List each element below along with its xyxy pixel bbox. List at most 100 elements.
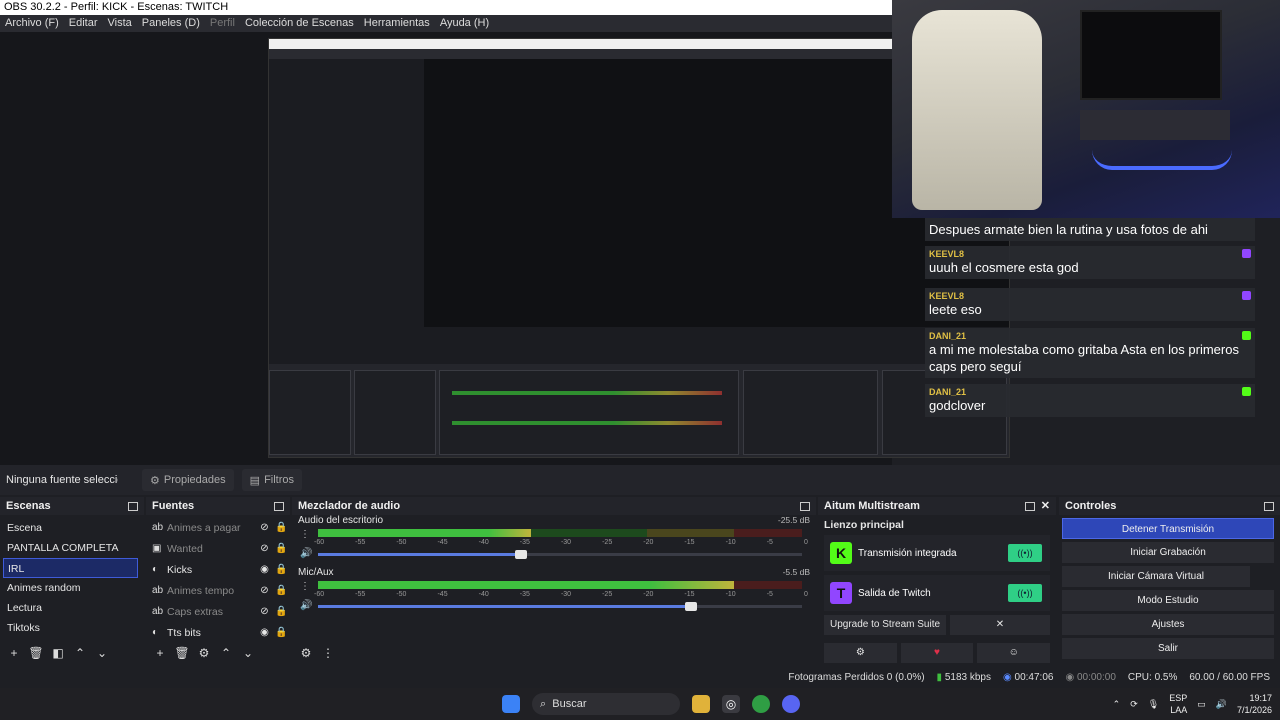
gear-icon[interactable]: ⚙ — [824, 643, 897, 663]
filters-button[interactable]: ▤ Filtros — [241, 469, 303, 491]
trash-icon[interactable]: 🗑 — [173, 646, 191, 660]
volume-meter — [318, 581, 802, 589]
sync-icon[interactable]: ⟳ — [1130, 699, 1138, 710]
source-item[interactable]: ab Animes tempo ⊘ 🔒 — [146, 580, 290, 601]
source-item[interactable]: ab Animes a pagar ⊘ 🔒 — [146, 517, 290, 538]
upgrade-button[interactable]: Upgrade to Stream Suite — [824, 615, 946, 635]
gear-icon[interactable]: ⚙ — [195, 646, 213, 660]
menu-dots-icon[interactable]: ⋮ — [300, 529, 310, 540]
mixer-scale-tick: -50 — [396, 591, 407, 598]
lock-icon[interactable]: 🔒 — [273, 627, 290, 638]
scene-item[interactable]: IRL — [3, 558, 138, 578]
eye-icon[interactable]: ◉ — [256, 627, 273, 638]
down-icon[interactable]: ⌄ — [93, 646, 111, 660]
output-toggle[interactable]: ((•)) — [1008, 584, 1042, 602]
control-button[interactable]: Modo Estudio — [1062, 590, 1274, 611]
sources-dock: Fuentes ab Animes a pagar ⊘ 🔒 ▣ Wanted ⊘ 🔒 ◐ Kick… — [146, 497, 290, 664]
mixer-scale-tick: -30 — [560, 539, 572, 546]
discord-icon[interactable]: ☺ — [977, 643, 1051, 663]
eye-off-icon[interactable]: ⊘ — [256, 606, 273, 617]
mic-icon[interactable]: 🎙 — [1148, 699, 1159, 710]
scene-item[interactable]: Animes random — [0, 578, 144, 598]
eye-icon[interactable]: ◉ — [256, 564, 273, 575]
lock-icon[interactable]: 🔒 — [273, 606, 290, 617]
source-item[interactable]: ▣ Wanted ⊘ 🔒 — [146, 538, 290, 559]
source-item[interactable]: ◐ Tts bits ◉ 🔒 — [146, 622, 290, 643]
menu-item[interactable]: Perfil — [205, 15, 240, 32]
menu-item[interactable]: Archivo (F) — [0, 15, 64, 32]
up-icon[interactable]: ⌃ — [217, 646, 235, 660]
menu-item[interactable]: Colección de Escenas — [240, 15, 359, 32]
eye-off-icon[interactable]: ⊘ — [256, 543, 273, 554]
source-item[interactable]: ◐ Kicks ◉ 🔒 — [146, 559, 290, 580]
filter-icon[interactable]: ◧ — [49, 646, 67, 660]
windows-start-icon[interactable] — [502, 695, 520, 713]
menu-item[interactable]: Paneles (D) — [137, 15, 205, 32]
sources-toolbar: + 🗑 ⚙ ⌃ ⌄ — [146, 642, 290, 664]
speaker-icon[interactable]: 🔊 — [300, 548, 312, 559]
undock-icon[interactable] — [1024, 501, 1035, 511]
down-icon[interactable]: ⌄ — [239, 646, 257, 660]
undock-icon[interactable] — [274, 501, 284, 511]
trash-icon[interactable]: 🗑 — [27, 646, 45, 660]
mixer-scale-tick: -20 — [643, 591, 654, 598]
close-icon[interactable]: ✕ — [1041, 497, 1050, 515]
source-name: Wanted — [167, 542, 203, 555]
folder-icon[interactable] — [692, 695, 710, 713]
up-icon[interactable]: ⌃ — [71, 646, 89, 660]
lock-icon[interactable]: 🔒 — [273, 585, 290, 596]
language-indicator[interactable]: ESP LAA — [1169, 692, 1187, 716]
control-button[interactable]: Iniciar Cámara Virtual — [1062, 566, 1250, 587]
control-button[interactable]: Detener Transmisión — [1062, 518, 1274, 539]
undock-icon[interactable] — [128, 501, 138, 511]
properties-button[interactable]: ⚙ Propiedades — [142, 469, 234, 491]
chrome-icon[interactable] — [752, 695, 770, 713]
output-toggle[interactable]: ((•)) — [1008, 544, 1042, 562]
channel-db: -5.5 dB — [782, 567, 810, 577]
menu-item[interactable]: Herramientas — [359, 15, 435, 32]
chevron-up-icon[interactable]: ⌃ — [1113, 699, 1121, 710]
menu-item[interactable]: Ayuda (H) — [435, 15, 494, 32]
mixer-scale-tick: -50 — [396, 539, 407, 546]
menu-bar: Archivo (F) Editar Vista Paneles (D) Perfil C… — [0, 15, 892, 32]
speaker-icon[interactable]: 🔊 — [300, 600, 312, 611]
eye-off-icon[interactable]: ⊘ — [256, 522, 273, 533]
lock-icon[interactable]: 🔒 — [273, 522, 290, 533]
control-button[interactable]: Salir — [1062, 638, 1274, 659]
scene-item[interactable]: PANTALLA COMPLETA — [0, 538, 144, 558]
scene-item[interactable]: Escena — [0, 518, 144, 538]
gear-icon[interactable]: ⚙ — [297, 646, 315, 660]
lock-icon[interactable]: 🔒 — [273, 564, 290, 575]
volume-icon[interactable]: 🔊 — [1216, 699, 1227, 710]
mixer-scale-tick: -15 — [684, 591, 695, 598]
menu-item[interactable]: Editar — [64, 15, 103, 32]
obs-icon[interactable]: ◎ — [722, 695, 740, 713]
close-icon[interactable]: ✕ — [950, 615, 1050, 635]
eye-off-icon[interactable]: ⊘ — [256, 585, 273, 596]
volume-slider[interactable] — [318, 550, 802, 559]
discord-icon[interactable] — [782, 695, 800, 713]
lock-icon[interactable]: 🔒 — [273, 543, 290, 554]
volume-slider[interactable] — [318, 602, 802, 611]
taskbar-search[interactable]: ⌕ Buscar — [532, 693, 680, 715]
multistream-dock: Aitum Multistream ✕ Lienzo principal K Tra… — [818, 497, 1056, 664]
scene-item[interactable]: Tiktoks — [0, 618, 144, 638]
monitor-icon[interactable]: ▭ — [1197, 699, 1206, 710]
mixer-scale-tick: -55 — [355, 591, 366, 598]
heart-icon[interactable]: ♥ — [900, 643, 974, 663]
multistream-title: Aitum Multistream — [824, 500, 920, 512]
undock-icon[interactable] — [800, 501, 810, 511]
add-icon[interactable]: + — [5, 646, 23, 660]
control-button[interactable]: Iniciar Grabación — [1062, 542, 1274, 563]
clock[interactable]: 19:17 7/1/2026 — [1237, 692, 1272, 716]
scene-item[interactable]: Lectura — [0, 598, 144, 618]
control-button[interactable]: Ajustes — [1062, 614, 1274, 635]
add-icon[interactable]: + — [151, 646, 169, 660]
source-item[interactable]: ab Caps extras ⊘ 🔒 — [146, 601, 290, 622]
undock-icon[interactable] — [1264, 501, 1274, 511]
menu-dots-icon[interactable]: ⋮ — [319, 646, 337, 660]
mixer-channel: Mic/Aux -5.5 dB ⋮ -60 -55 -50 -45 -40 -35 -30 -25-… — [292, 567, 816, 619]
scenes-toolbar: + 🗑 ◧ ⌃ ⌄ — [0, 642, 144, 664]
menu-dots-icon[interactable]: ⋮ — [300, 581, 310, 592]
menu-item[interactable]: Vista — [103, 15, 137, 32]
